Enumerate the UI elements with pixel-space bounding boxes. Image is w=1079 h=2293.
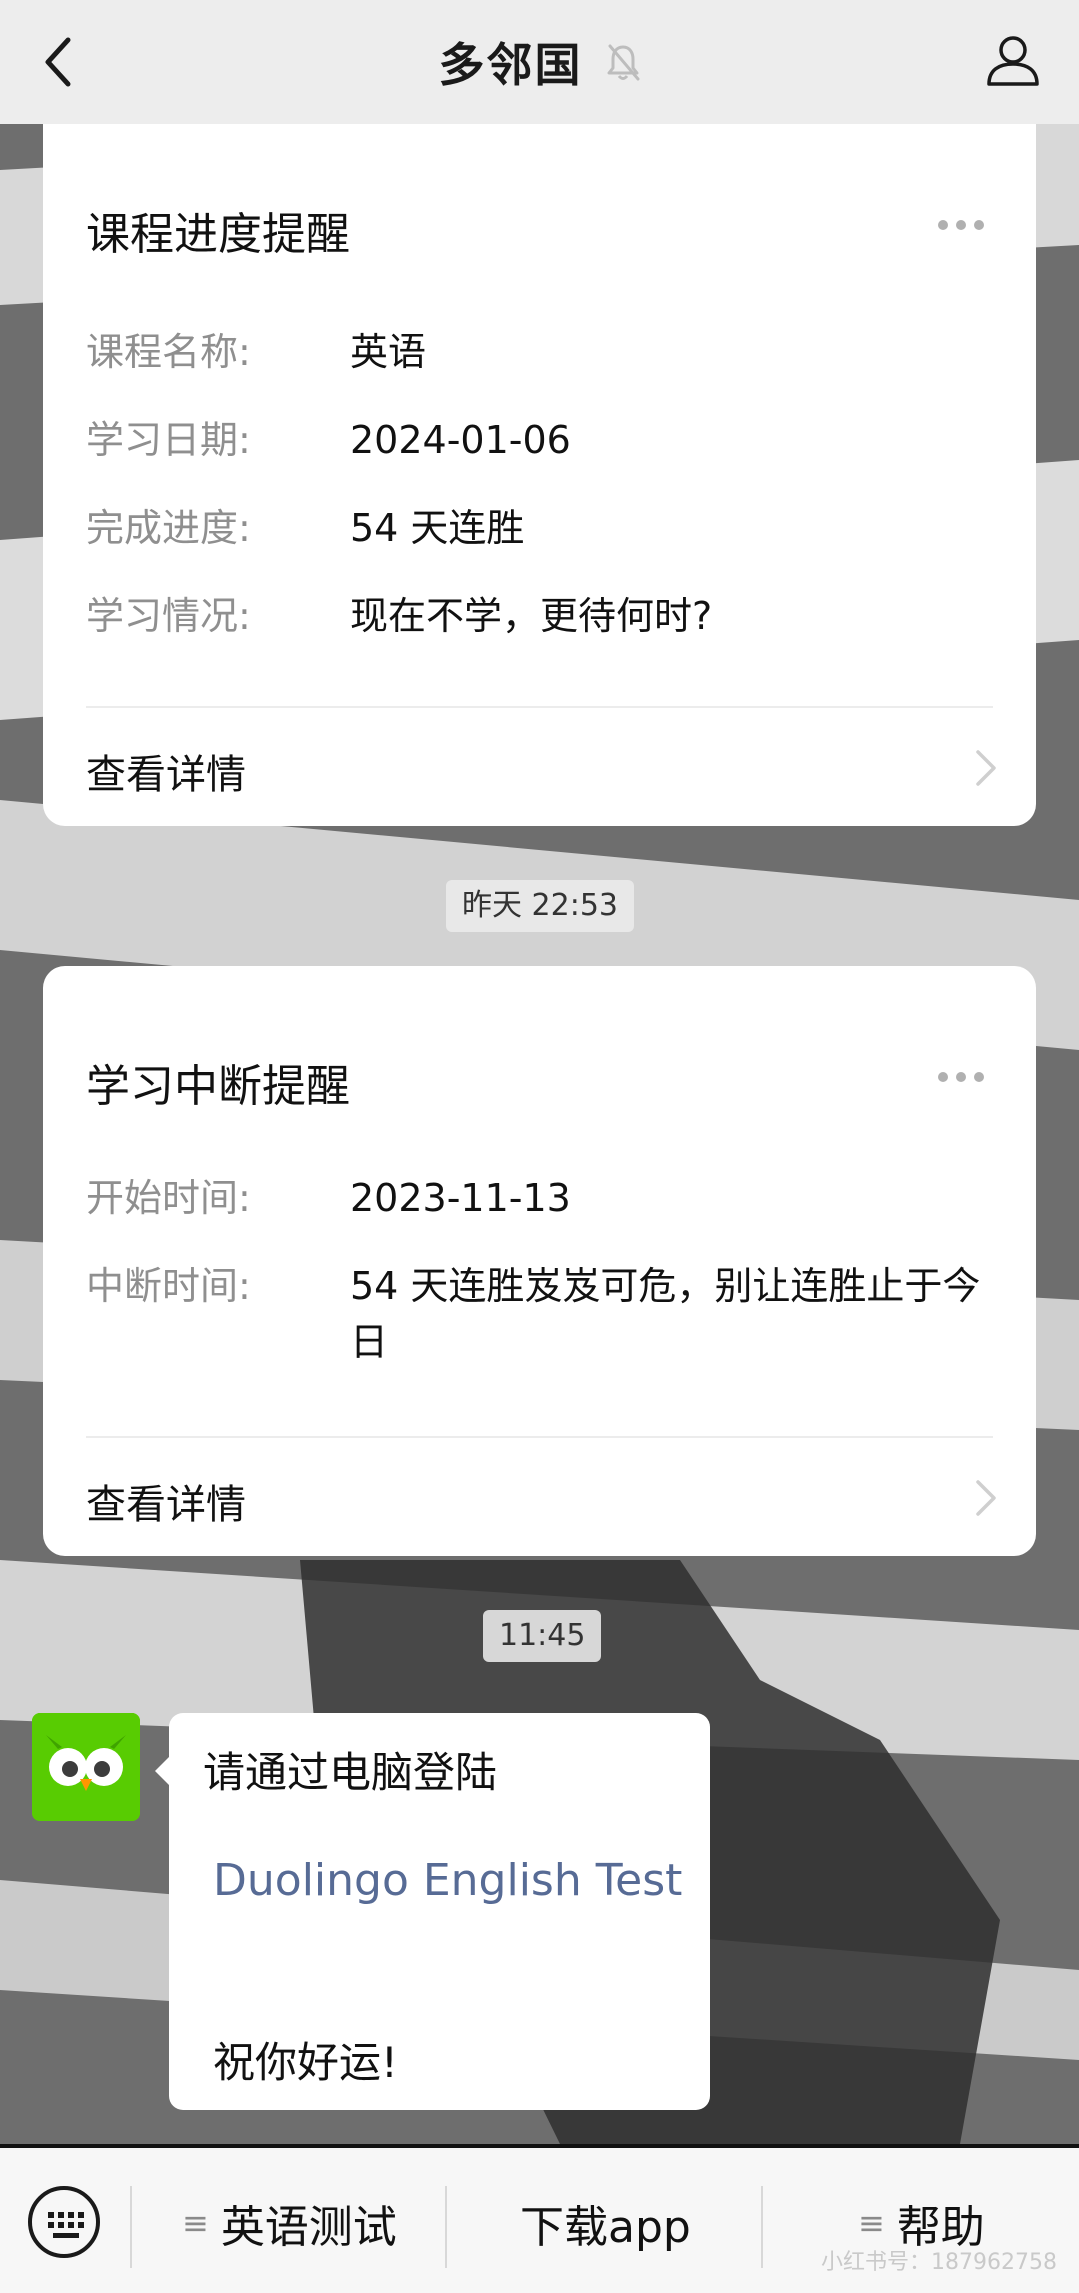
message-text: 祝你好运!: [213, 2038, 398, 2087]
mute-bell-icon: [607, 44, 639, 81]
field-label: 开始时间:: [86, 1176, 251, 1220]
field-value: 英语: [350, 330, 427, 374]
field-label: 中断时间:: [86, 1264, 251, 1308]
chat-title: 多邻国: [438, 38, 583, 92]
bubble-tail: [155, 1757, 169, 1785]
menu-separator: [761, 2186, 763, 2268]
duolingo-owl-icon: [32, 1713, 140, 1821]
bottom-menu-bar: ≡ 英语测试 下载app ≡ 帮助 小红书号：187962758: [0, 2144, 1079, 2293]
chevron-right-icon: [976, 1480, 996, 1516]
keyboard-icon[interactable]: [26, 2184, 102, 2260]
field-value: 54 天连胜: [350, 506, 525, 550]
menu-separator: [445, 2186, 447, 2268]
message-bubble: 请通过电脑登陆 Duolingo English Test 祝你好运!: [155, 1713, 710, 2110]
field-value: 54 天连胜岌岌可危，别让连胜止于今日: [350, 1264, 981, 1364]
field-value: 2023-11-13: [350, 1176, 571, 1220]
message-text: 请通过电脑登陆: [203, 1748, 498, 1797]
more-options-icon[interactable]: [936, 218, 986, 232]
field-value: 2024-01-06: [350, 418, 571, 462]
duolingo-avatar[interactable]: [32, 1713, 140, 1821]
field-label: 学习情况:: [86, 594, 251, 638]
menu-item-label: 英语测试: [220, 2202, 397, 2253]
more-options-icon[interactable]: [936, 1070, 986, 1084]
chat-header: 多邻国: [0, 0, 1079, 124]
field-label: 完成进度:: [86, 506, 251, 550]
menu-lines-icon: ≡: [858, 2204, 885, 2242]
view-details-label: 查看详情: [86, 1482, 246, 1528]
profile-icon[interactable]: [983, 30, 1043, 90]
field-start-time: 开始时间: 2023-11-13: [86, 1170, 1006, 1226]
message-timestamp: 昨天 22:53: [446, 880, 634, 932]
view-details-link[interactable]: 查看详情: [43, 708, 1036, 828]
field-label: 学习日期:: [86, 418, 251, 462]
view-details-link[interactable]: 查看详情: [43, 1438, 1036, 1558]
field-label: 课程名称:: [86, 330, 251, 374]
menu-item-label: 下载app: [520, 2202, 691, 2253]
field-progress: 完成进度: 54 天连胜: [86, 500, 1006, 556]
field-course-name: 课程名称: 英语: [86, 324, 1006, 380]
menu-separator: [130, 2186, 132, 2268]
field-interrupt-time: 中断时间: 54 天连胜岌岌可危，别让连胜止于今日: [86, 1258, 1006, 1370]
field-value: 现在不学，更待何时?: [350, 594, 713, 638]
card-title: 学习中断提醒: [86, 1061, 350, 1112]
menu-lines-icon: ≡: [182, 2204, 209, 2242]
chevron-right-icon: [976, 750, 996, 786]
menu-english-test[interactable]: ≡ 英语测试: [182, 2188, 397, 2258]
duolingo-english-test-link[interactable]: Duolingo English Test: [213, 1855, 682, 1906]
field-study-date: 学习日期: 2024-01-06: [86, 412, 1006, 468]
card-title: 课程进度提醒: [86, 209, 350, 260]
study-interruption-card: 学习中断提醒 开始时间: 2023-11-13 中断时间: 54 天连胜岌岌可危…: [43, 966, 1036, 1556]
course-progress-card: 课程进度提醒 课程名称: 英语 学习日期: 2024-01-06 完成进度: 5…: [43, 112, 1036, 826]
message-timestamp: 11:45: [483, 1610, 602, 1662]
view-details-label: 查看详情: [86, 752, 246, 798]
watermark-text: 小红书号：187962758: [821, 2250, 1057, 2275]
field-study-status: 学习情况: 现在不学，更待何时?: [86, 588, 1006, 644]
menu-download-app[interactable]: 下载app: [520, 2188, 691, 2258]
